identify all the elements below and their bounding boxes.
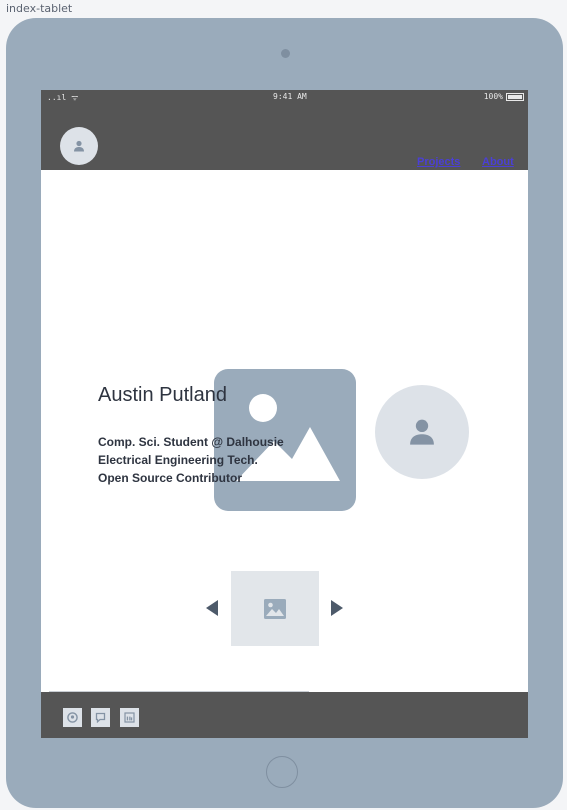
github-glyph [67, 712, 78, 723]
battery-percent: 100% [483, 92, 503, 101]
chat-icon[interactable] [91, 708, 110, 727]
chat-glyph [95, 712, 106, 723]
carousel-prev-icon[interactable] [206, 600, 218, 616]
bio-line: Comp. Sci. Student @ Dalhousie [98, 435, 284, 449]
user-icon-glyph [74, 140, 84, 152]
linkedin-glyph [124, 712, 135, 723]
screen: ..ıl ᯤ 9:41 AM 100% Projects About Austi… [41, 90, 528, 738]
bio-line: Open Source Contributor [98, 471, 242, 485]
site-header: Projects About [41, 104, 528, 170]
battery-icon [506, 92, 524, 101]
user-icon [410, 419, 434, 445]
image-icon [264, 598, 286, 619]
linkedin-icon[interactable] [120, 708, 139, 727]
nav-projects-link[interactable]: Projects [417, 156, 460, 168]
site-footer [41, 692, 528, 738]
status-bar: ..ıl ᯤ 9:41 AM 100% [41, 90, 528, 104]
hero-bio: Comp. Sci. Student @ Dalhousie Electrica… [98, 433, 284, 487]
nav-about-link[interactable]: About [482, 156, 514, 168]
github-icon[interactable] [63, 708, 82, 727]
battery-indicator: 100% [484, 92, 524, 101]
camera-dot [281, 49, 290, 58]
tablet-device: ..ıl ᯤ 9:41 AM 100% Projects About Austi… [6, 18, 563, 808]
status-time: 9:41 AM [273, 92, 307, 101]
profile-avatar-icon [375, 385, 469, 479]
frame-label: index-tablet [6, 2, 73, 15]
signal-indicator: ..ıl ᯤ [47, 93, 79, 102]
user-icon[interactable] [60, 127, 98, 165]
carousel-slide [231, 571, 319, 646]
bio-line: Electrical Engineering Tech. [98, 453, 258, 467]
carousel-next-icon[interactable] [331, 600, 343, 616]
hero-name: Austin Putland [98, 384, 227, 406]
home-button[interactable] [266, 756, 298, 788]
